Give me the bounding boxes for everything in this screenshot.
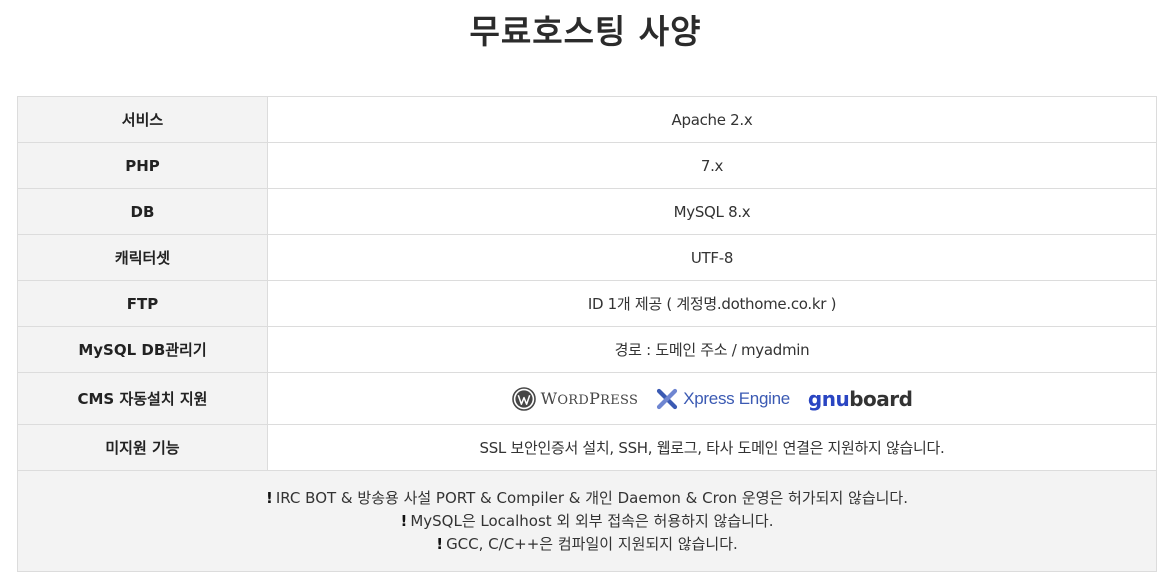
row-label-cms: CMS 자동설치 지원 [17,372,268,425]
row-value-unsupported: SSL 보안인증서 설치, SSH, 웹로그, 타사 도메인 연결은 지원하지 … [267,424,1157,471]
row-label-php: PHP [17,142,268,189]
cms-logos-cell: WORDPRESS Xpress Engine gnu board [267,372,1157,425]
table-row: 서비스 Apache 2.x [17,96,1157,143]
notes-row: ! IRC BOT & 방송용 사설 PORT & Compiler & 개인 D… [17,470,1157,572]
note-line: ! GCC, C/C++은 컴파일이 지원되지 않습니다. [18,533,1156,556]
note-text: MySQL은 Localhost 외 외부 접속은 허용하지 않습니다. [410,511,774,530]
note-line: ! IRC BOT & 방송용 사설 PORT & Compiler & 개인 D… [18,487,1156,510]
row-label-db: DB [17,188,268,235]
xe-icon [657,388,678,409]
xe-logo: Xpress Engine [656,388,790,410]
row-value-ftp: ID 1개 제공 ( 계정명.dothome.co.kr ) [267,280,1157,327]
table-row: 캐릭터셋 UTF-8 [17,234,1157,281]
row-label-charset: 캐릭터셋 [17,234,268,281]
table-row: DB MySQL 8.x [17,188,1157,235]
table-row: 미지원 기능 SSL 보안인증서 설치, SSH, 웹로그, 타사 도메인 연결… [17,424,1157,471]
row-value-db: MySQL 8.x [267,188,1157,235]
cms-logos: WORDPRESS Xpress Engine gnu board [511,386,913,411]
gnuboard-wordmark-board: board [849,386,913,411]
page-title: 무료호스팅 사양 [469,12,702,51]
exclamation-icon: ! [265,488,273,507]
row-value-php: 7.x [267,142,1157,189]
row-value-db-admin: 경로 : 도메인 주소 / myadmin [267,326,1157,373]
wordpress-icon [511,386,536,411]
row-value-charset: UTF-8 [267,234,1157,281]
gnuboard-wordmark-gnu: gnu [807,386,850,411]
exclamation-icon: ! [400,511,408,530]
row-label-ftp: FTP [17,280,268,327]
page: 무료호스팅 사양 서비스 Apache 2.x PHP 7.x DB MySQL… [0,0,1171,575]
table-row: MySQL DB관리기 경로 : 도메인 주소 / myadmin [17,326,1157,373]
gnuboard-logo: gnu board [808,387,913,411]
exclamation-icon: ! [436,534,444,553]
table-row: FTP ID 1개 제공 ( 계정명.dothome.co.kr ) [17,280,1157,327]
row-label-unsupported: 미지원 기능 [17,424,268,471]
row-label-db-admin: MySQL DB관리기 [17,326,268,373]
row-label-service: 서비스 [17,96,268,143]
wordpress-wordmark: WORDPRESS [540,389,639,408]
note-text: GCC, C/C++은 컴파일이 지원되지 않습니다. [446,534,738,553]
wordpress-logo: WORDPRESS [511,386,639,411]
note-line: ! MySQL은 Localhost 외 외부 접속은 허용하지 않습니다. [18,510,1156,533]
table-row: PHP 7.x [17,142,1157,189]
xe-wordmark: Xpress Engine [683,388,790,408]
row-value-service: Apache 2.x [267,96,1157,143]
table-row: CMS 자동설치 지원 WORDPRESS Xpress Engine gnu … [17,372,1157,425]
notes-cell: ! IRC BOT & 방송용 사설 PORT & Compiler & 개인 D… [17,470,1157,572]
note-text: IRC BOT & 방송용 사설 PORT & Compiler & 개인 Da… [275,488,908,507]
spec-table: 서비스 Apache 2.x PHP 7.x DB MySQL 8.x 캐릭터셋… [17,96,1157,572]
